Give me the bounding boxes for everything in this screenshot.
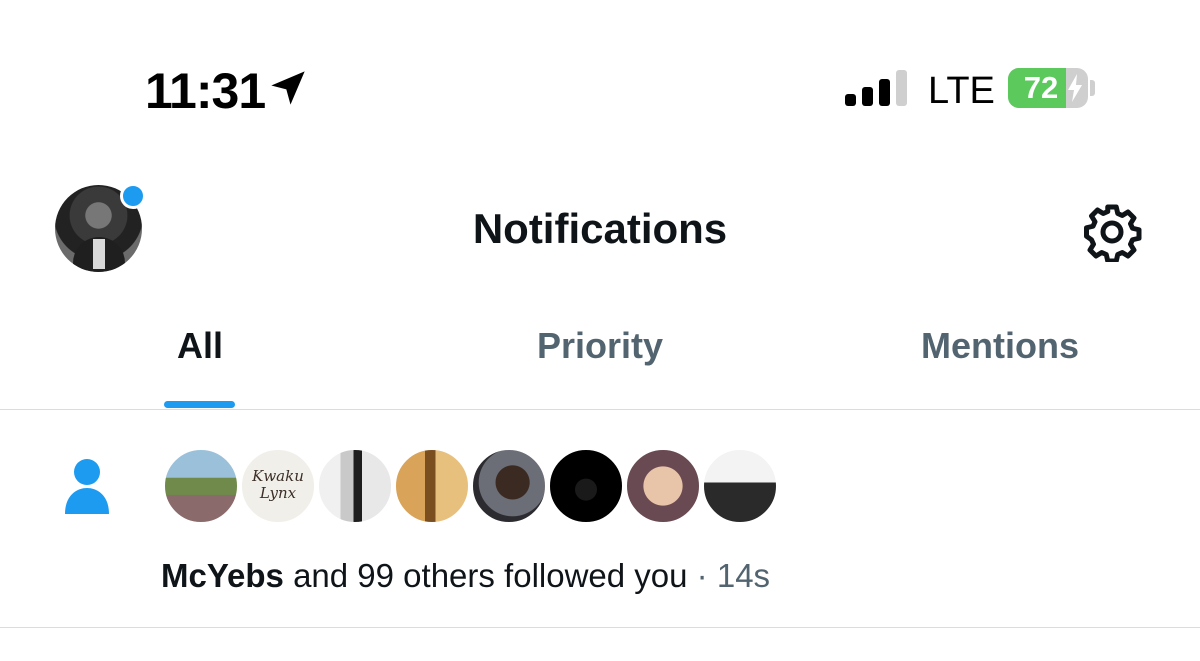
notification-tabs: All Priority Mentions xyxy=(0,300,1200,410)
page-title: Notifications xyxy=(472,205,728,252)
follower-avatar[interactable] xyxy=(548,448,624,524)
person-icon xyxy=(65,459,109,514)
signal-strength-icon xyxy=(845,70,907,106)
tab-all[interactable]: All xyxy=(140,325,260,367)
status-bar: 11:31 LTE 72 xyxy=(0,0,1200,150)
follower-avatar[interactable]: Kwaku Lynx xyxy=(240,448,316,524)
notification-actor[interactable]: McYebs xyxy=(161,557,284,594)
battery-cap xyxy=(1090,80,1095,96)
network-type: LTE xyxy=(928,70,995,112)
follower-avatar[interactable] xyxy=(702,448,778,524)
follower-avatar-logo-text: Kwaku Lynx xyxy=(252,467,304,502)
battery-icon: 72 xyxy=(1008,68,1088,108)
follower-avatar[interactable] xyxy=(163,448,239,524)
location-arrow-icon xyxy=(271,71,305,105)
tab-priority[interactable]: Priority xyxy=(500,325,700,367)
status-time: 11:31 xyxy=(145,63,266,119)
follower-avatar[interactable] xyxy=(394,448,470,524)
follower-avatar[interactable] xyxy=(625,448,701,524)
tabs-divider xyxy=(0,409,1200,410)
notification-text[interactable]: McYebs and 99 others followed you · 14s xyxy=(161,557,770,595)
tab-mentions[interactable]: Mentions xyxy=(890,325,1110,367)
battery-level: 72 xyxy=(1023,70,1059,105)
notification-message: and 99 others followed you xyxy=(283,557,688,594)
active-tab-indicator xyxy=(164,401,235,408)
notification-divider xyxy=(0,627,1200,628)
follower-avatar[interactable] xyxy=(471,448,547,524)
settings-gear-icon[interactable] xyxy=(1082,202,1142,262)
notification-separator: · xyxy=(687,557,717,594)
follower-avatar[interactable] xyxy=(317,448,393,524)
notification-timestamp: 14s xyxy=(716,557,771,594)
charging-bolt-icon xyxy=(1068,74,1082,102)
